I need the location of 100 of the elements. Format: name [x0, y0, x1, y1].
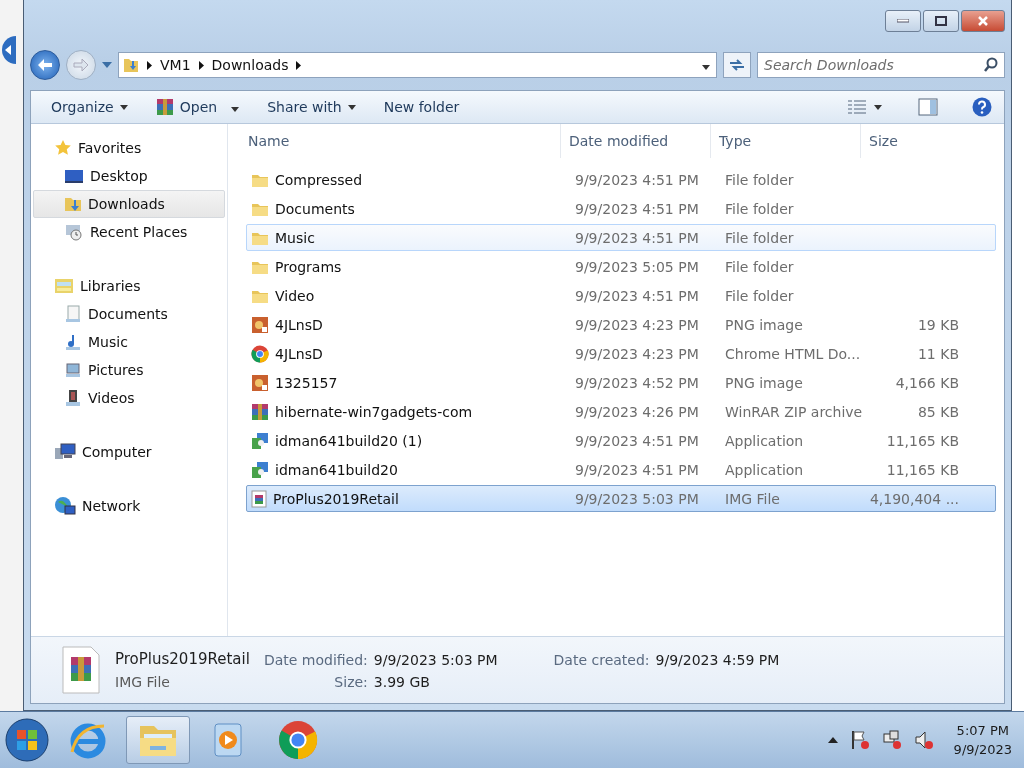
refresh-button[interactable]	[723, 52, 751, 78]
type-cell-text: File folder	[724, 229, 795, 246]
nav-item[interactable]: Downloads	[33, 190, 225, 218]
speaker-muted-icon[interactable]	[913, 730, 934, 750]
details-file-name: ProPlus2019Retail	[115, 650, 250, 668]
file-row[interactable]: Programs 9/9/2023 5:05 PM File folder	[246, 253, 996, 280]
file-row[interactable]: Compressed 9/9/2023 4:51 PM File folder	[246, 166, 996, 193]
type-cell-text: Application	[724, 461, 805, 478]
toolbar-button[interactable]: Open	[145, 94, 250, 120]
view-caret-icon	[874, 104, 882, 110]
address-bar[interactable]: VM1 Downloads	[118, 52, 717, 78]
file-row[interactable]: idman641build20 9/9/2023 4:51 PM Application 11,165 KB	[246, 456, 996, 483]
preview-pane-icon[interactable]	[918, 98, 938, 116]
type-cell-text: Application	[724, 432, 805, 449]
nav-item[interactable]: Network	[33, 492, 225, 520]
toolbar-button[interactable]: Share with	[257, 95, 366, 119]
maximize-button[interactable]	[923, 10, 959, 32]
nav-item[interactable]: Recent Places	[33, 218, 225, 246]
file-row[interactable]: idman641build20 (1) 9/9/2023 4:51 PM Application 11,165 KB	[246, 427, 996, 454]
file-row[interactable]: Music 9/9/2023 4:51 PM File folder	[246, 224, 996, 251]
size-cell-text: 4,166 KB	[894, 374, 960, 391]
field-value: 9/9/2023 5:03 PM	[373, 652, 498, 668]
minimize-button[interactable]	[885, 10, 921, 32]
field-label: Size:	[333, 674, 368, 690]
computer-icon	[54, 443, 76, 461]
star-icon	[54, 139, 72, 157]
network-status-icon[interactable]	[881, 730, 902, 750]
file-row[interactable]: Documents 9/9/2023 4:51 PM File folder	[246, 195, 996, 222]
date-cell-text: 9/9/2023 4:51 PM	[574, 229, 700, 246]
caret-icon	[119, 104, 128, 110]
type-cell-text: File folder	[724, 200, 795, 217]
date-cell-text: 9/9/2023 4:51 PM	[574, 287, 700, 304]
field-value: 9/9/2023 4:59 PM	[655, 652, 780, 668]
nav-item[interactable]: Videos	[33, 384, 225, 412]
size-cell-text: 11,165 KB	[885, 432, 960, 449]
help-icon[interactable]	[972, 97, 992, 117]
type-cell-text: PNG image	[724, 316, 804, 333]
back-arrow-icon	[37, 58, 53, 72]
toolbar-button[interactable]: New folder	[373, 95, 470, 119]
nav-item[interactable]: Libraries	[33, 272, 225, 300]
file-row[interactable]: 4JLnsD 9/9/2023 4:23 PM PNG image 19 KB	[246, 311, 996, 338]
documents-icon	[64, 305, 82, 323]
column-header[interactable]: Size	[860, 124, 956, 158]
file-row[interactable]: 4JLnsD 9/9/2023 4:23 PM Chrome HTML Do... 11 KB	[246, 340, 996, 367]
chevron-icon	[296, 60, 302, 70]
search-field[interactable]: Search Downloads	[757, 52, 1005, 78]
nav-item[interactable]: Pictures	[33, 356, 225, 384]
nav-item[interactable]: Desktop	[33, 162, 225, 190]
field-label: Date created:	[553, 652, 650, 668]
back-button[interactable]	[30, 50, 60, 80]
archive-icon	[155, 98, 174, 116]
file-name: Video	[275, 287, 315, 304]
desktop-icon	[64, 168, 84, 184]
toolbar-button[interactable]: Organize	[41, 95, 138, 119]
close-button[interactable]	[961, 10, 1005, 32]
breadcrumb[interactable]: Downloads	[211, 57, 289, 73]
archive-file-icon	[61, 645, 101, 695]
file-row[interactable]: hibernate-win7gadgets-com 9/9/2023 4:26 PM WinRAR ZIP archive 85 KB	[246, 398, 996, 425]
refresh-arrows-icon	[728, 58, 746, 72]
column-header[interactable]: Type	[710, 124, 860, 158]
date-cell-text: 9/9/2023 4:51 PM	[574, 461, 700, 478]
date-cell-text: 9/9/2023 4:23 PM	[574, 316, 700, 333]
pictures-icon	[64, 361, 82, 379]
column-header[interactable]: Name	[240, 124, 560, 158]
nav-item[interactable]: Documents	[33, 300, 225, 328]
file-name: 4JLnsD	[275, 316, 323, 333]
flag-icon[interactable]	[849, 730, 870, 750]
archive-icon	[251, 402, 269, 421]
date-cell-text: 9/9/2023 4:51 PM	[574, 200, 700, 217]
file-row[interactable]: 1325157 9/9/2023 4:52 PM PNG image 4,166 KB	[246, 369, 996, 396]
file-name: idman641build20 (1)	[275, 432, 423, 449]
libraries-icon	[54, 277, 74, 295]
date-cell-text: 9/9/2023 4:51 PM	[574, 171, 700, 188]
chrome-logo-icon	[251, 344, 269, 363]
clock[interactable]: 5:07 PM 9/9/2023	[953, 723, 1012, 757]
field-label: Date modified:	[263, 652, 368, 668]
date-cell-text: 9/9/2023 4:23 PM	[574, 345, 700, 362]
file-row[interactable]: ProPlus2019Retail 9/9/2023 5:03 PM IMG File 4,190,404 ...	[246, 485, 996, 512]
application-icon	[251, 431, 269, 450]
size-cell-text: 11 KB	[916, 345, 960, 362]
caret-icon	[231, 107, 240, 112]
recent-pages-caret-icon[interactable]	[102, 62, 112, 68]
music-note-icon	[64, 333, 82, 351]
close-icon	[977, 15, 989, 27]
nav-item[interactable]: Computer	[33, 438, 225, 466]
file-row[interactable]: Video 9/9/2023 4:51 PM File folder	[246, 282, 996, 309]
nav-item[interactable]: Music	[33, 328, 225, 356]
breadcrumb[interactable]: VM1	[160, 57, 191, 73]
show-hidden-icons-icon[interactable]	[827, 737, 838, 743]
start-button[interactable]	[4, 717, 50, 763]
taskbar-app[interactable]	[126, 716, 190, 764]
nav-item[interactable]: Favorites	[33, 134, 225, 162]
image-file-icon	[251, 373, 269, 392]
type-cell-text: File folder	[724, 258, 795, 275]
file-name: Programs	[275, 258, 342, 275]
search-icon	[983, 57, 999, 73]
size-cell-text: 19 KB	[916, 316, 960, 333]
column-header[interactable]: Date modified	[560, 124, 710, 158]
file-name: hibernate-win7gadgets-com	[275, 403, 473, 420]
archive-icon	[251, 489, 267, 508]
